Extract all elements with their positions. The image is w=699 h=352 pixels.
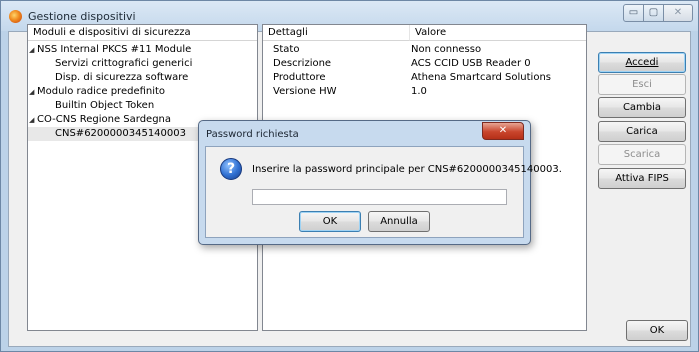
detail-row[interactable]: Descrizione ACS CCID USB Reader 0 [263, 57, 586, 71]
detail-value: Athena Smartcard Solutions [411, 72, 552, 83]
scarica-button[interactable]: Scarica [598, 144, 686, 165]
detail-value: 1.0 [411, 86, 427, 97]
tree-item[interactable]: ◢ Modulo radice predefinito [28, 85, 257, 99]
password-prompt: Inserire la password principale per CNS#… [252, 164, 562, 175]
detail-key: Produttore [273, 72, 326, 83]
esci-label: Esci [632, 79, 652, 90]
detail-value: Non connesso [411, 44, 482, 55]
tree-item[interactable]: Disp. di sicurezza software [28, 71, 257, 85]
tree-item-label: Disp. di sicurezza software [55, 72, 189, 83]
value-column-header[interactable]: Valore [409, 25, 586, 41]
tree-item-label: CO-CNS Regione Sardegna [37, 114, 172, 125]
detail-row[interactable]: Versione HW 1.0 [263, 85, 586, 99]
carica-label: Carica [626, 126, 658, 137]
details-column-header[interactable]: Dettagli [263, 25, 409, 41]
minimize-button[interactable]: ▭ [623, 4, 644, 22]
detail-row[interactable]: Stato Non connesso [263, 43, 586, 57]
tree-item[interactable]: Builtin Object Token [28, 99, 257, 113]
password-input[interactable] [252, 189, 507, 205]
password-dialog: Password richiesta ✕ ? Inserire la passw… [198, 120, 562, 245]
carica-button[interactable]: Carica [598, 121, 686, 142]
question-icon: ? [220, 158, 242, 180]
dialog-ok-button[interactable]: OK [299, 211, 361, 232]
detail-key: Descrizione [273, 58, 332, 69]
firefox-icon [9, 10, 22, 23]
main-window: Gestione dispositivi ▭ ▢ ✕ Moduli e disp… [0, 0, 699, 352]
tree-item-label: CNS#6200000345140003 [55, 128, 186, 139]
dialog-body: ? Inserire la password principale per CN… [205, 146, 562, 238]
attiva-fips-button[interactable]: Attiva FIPS [598, 168, 686, 189]
ok-button[interactable]: OK [626, 320, 688, 341]
esci-button[interactable]: Esci [598, 74, 686, 95]
tree-item[interactable]: Servizi crittografici generici [28, 57, 257, 71]
detail-key: Versione HW [273, 86, 337, 97]
expand-arrow-icon[interactable]: ◢ [29, 43, 37, 57]
tree-item-label: Builtin Object Token [55, 100, 155, 111]
attiva-fips-label: Attiva FIPS [615, 173, 669, 184]
window-title: Gestione dispositivi [28, 10, 136, 23]
dialog-title: Password richiesta [206, 129, 299, 140]
expand-arrow-icon[interactable]: ◢ [29, 85, 37, 99]
cambia-password-button[interactable]: Cambia password [598, 97, 686, 132]
accedi-button[interactable]: Accedi [598, 52, 686, 73]
accedi-label: Accedi [625, 57, 659, 68]
close-button[interactable]: ✕ [663, 4, 693, 22]
tree-column-header[interactable]: Moduli e dispositivi di sicurezza [28, 25, 257, 41]
tree-item[interactable]: ◢ NSS Internal PKCS #11 Module [28, 43, 257, 57]
dialog-close-button[interactable]: ✕ [482, 122, 524, 140]
dialog-annulla-button[interactable]: Annulla [368, 211, 430, 232]
detail-row[interactable]: Produttore Athena Smartcard Solutions [263, 71, 586, 85]
expand-arrow-icon[interactable]: ◢ [29, 113, 37, 127]
detail-value: ACS CCID USB Reader 0 [411, 58, 531, 69]
tree-item-label: Modulo radice predefinito [37, 86, 166, 97]
detail-key: Stato [273, 44, 300, 55]
tree-item-label: Servizi crittografici generici [55, 58, 193, 69]
tree-item-label: NSS Internal PKCS #11 Module [37, 44, 192, 55]
scarica-label: Scarica [623, 149, 661, 160]
maximize-button[interactable]: ▢ [643, 4, 664, 22]
